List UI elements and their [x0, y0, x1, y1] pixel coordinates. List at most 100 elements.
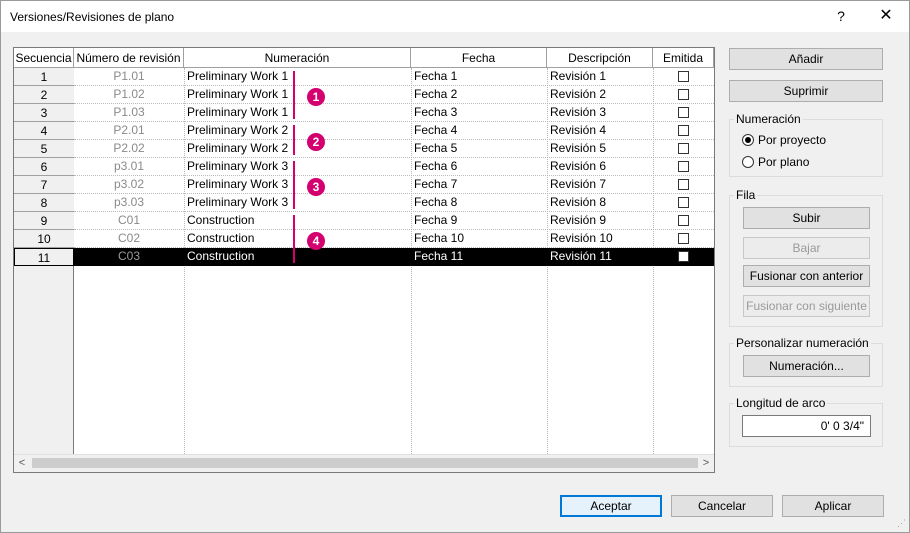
row-header[interactable]: 11	[14, 248, 74, 266]
emitida-checkbox[interactable]	[678, 89, 689, 100]
por-plano-label[interactable]: Por plano	[758, 155, 809, 169]
description-cell[interactable]: Revisión 1	[550, 68, 650, 86]
arc-length-field[interactable]: 0' 0 3/4"	[742, 415, 871, 437]
row-header[interactable]: 9	[14, 212, 74, 230]
numbering-cell[interactable]: Preliminary Work 1	[187, 86, 297, 104]
description-cell[interactable]: Revisión 7	[550, 176, 650, 194]
date-cell[interactable]: Fecha 9	[414, 212, 544, 230]
por-proyecto-label[interactable]: Por proyecto	[758, 133, 826, 147]
resize-grip-icon[interactable]: ⋰	[897, 518, 906, 529]
revision-number-cell[interactable]: P1.03	[74, 104, 184, 122]
emitida-checkbox[interactable]	[678, 233, 689, 244]
numbering-cell[interactable]: Preliminary Work 3	[187, 194, 297, 212]
date-cell[interactable]: Fecha 8	[414, 194, 544, 212]
column-header-emitida[interactable]: Emitida	[653, 48, 714, 68]
date-cell[interactable]: Fecha 3	[414, 104, 544, 122]
row-header[interactable]: 2	[14, 86, 74, 104]
revision-number-cell[interactable]: C01	[74, 212, 184, 230]
table-row[interactable]: p3.02 Preliminary Work 3 Fecha 7 Revisión 7	[74, 176, 714, 194]
revision-number-cell[interactable]: P2.01	[74, 122, 184, 140]
numbering-cell[interactable]: Construction	[187, 212, 297, 230]
date-cell[interactable]: Fecha 7	[414, 176, 544, 194]
numbering-cell[interactable]: Preliminary Work 3	[187, 176, 297, 194]
apply-button[interactable]: Aplicar	[782, 495, 884, 517]
column-header-fecha[interactable]: Fecha	[411, 48, 547, 68]
scrollbar-thumb[interactable]	[32, 458, 698, 468]
row-header[interactable]: 6	[14, 158, 74, 176]
table-row[interactable]: P2.01 Preliminary Work 2 Fecha 4 Revisión 4	[74, 122, 714, 140]
emitida-checkbox[interactable]	[678, 161, 689, 172]
emitida-checkbox[interactable]	[678, 143, 689, 154]
delete-button[interactable]: Suprimir	[729, 80, 883, 102]
horizontal-scrollbar[interactable]: < >	[14, 454, 714, 472]
table-row[interactable]: P1.01 Preliminary Work 1 Fecha 1 Revisión 1	[74, 68, 714, 86]
date-cell[interactable]: Fecha 10	[414, 230, 544, 248]
column-header-numero-revision[interactable]: Número de revisión	[74, 48, 184, 68]
numbering-cell[interactable]: Construction	[187, 248, 297, 266]
column-header-numeracion[interactable]: Numeración	[184, 48, 411, 68]
move-down-button[interactable]: Bajar	[743, 237, 870, 259]
scroll-right-icon[interactable]: >	[698, 455, 714, 472]
ok-button[interactable]: Aceptar	[560, 495, 662, 517]
table-row[interactable]: P2.02 Preliminary Work 2 Fecha 5 Revisión 5	[74, 140, 714, 158]
emitida-checkbox[interactable]	[678, 107, 689, 118]
revision-number-cell[interactable]: P2.02	[74, 140, 184, 158]
date-cell[interactable]: Fecha 4	[414, 122, 544, 140]
emitida-checkbox[interactable]	[678, 197, 689, 208]
emitida-checkbox[interactable]	[678, 179, 689, 190]
table-row[interactable]: p3.03 Preliminary Work 3 Fecha 8 Revisión 8	[74, 194, 714, 212]
numbering-cell[interactable]: Preliminary Work 1	[187, 104, 297, 122]
row-header[interactable]: 5	[14, 140, 74, 158]
revision-number-cell[interactable]: C03	[74, 248, 184, 266]
revision-number-cell[interactable]: p3.01	[74, 158, 184, 176]
emitida-checkbox[interactable]	[678, 71, 689, 82]
move-up-button[interactable]: Subir	[743, 207, 870, 229]
scroll-left-icon[interactable]: <	[14, 455, 30, 472]
numbering-cell[interactable]: Preliminary Work 1	[187, 68, 297, 86]
description-cell[interactable]: Revisión 10	[550, 230, 650, 248]
numbering-cell[interactable]: Construction	[187, 230, 297, 248]
column-header-descripcion[interactable]: Descripción	[547, 48, 653, 68]
merge-previous-button[interactable]: Fusionar con anterior	[743, 265, 870, 287]
numbering-cell[interactable]: Preliminary Work 2	[187, 140, 297, 158]
revision-number-cell[interactable]: p3.02	[74, 176, 184, 194]
merge-next-button[interactable]: Fusionar con siguiente	[743, 295, 870, 317]
close-button[interactable]: ✕	[871, 5, 901, 27]
row-header[interactable]: 4	[14, 122, 74, 140]
table-row[interactable]: C03 Construction Fecha 11 Revisión 11	[74, 248, 714, 266]
revision-number-cell[interactable]: P1.01	[74, 68, 184, 86]
revision-number-cell[interactable]: p3.03	[74, 194, 184, 212]
table-row[interactable]: C02 Construction Fecha 10 Revisión 10	[74, 230, 714, 248]
row-header[interactable]: 1	[14, 68, 74, 86]
emitida-checkbox[interactable]	[678, 215, 689, 226]
date-cell[interactable]: Fecha 2	[414, 86, 544, 104]
revision-number-cell[interactable]: P1.02	[74, 86, 184, 104]
cancel-button[interactable]: Cancelar	[671, 495, 773, 517]
description-cell[interactable]: Revisión 5	[550, 140, 650, 158]
description-cell[interactable]: Revisión 4	[550, 122, 650, 140]
numbering-cell[interactable]: Preliminary Work 2	[187, 122, 297, 140]
column-header-secuencia[interactable]: Secuencia	[14, 48, 74, 68]
add-button[interactable]: Añadir	[729, 48, 883, 70]
revision-number-cell[interactable]: C02	[74, 230, 184, 248]
date-cell[interactable]: Fecha 6	[414, 158, 544, 176]
help-button[interactable]: ?	[826, 5, 856, 27]
row-header[interactable]: 10	[14, 230, 74, 248]
description-cell[interactable]: Revisión 3	[550, 104, 650, 122]
table-row[interactable]: P1.03 Preliminary Work 1 Fecha 3 Revisión 3	[74, 104, 714, 122]
emitida-checkbox[interactable]	[678, 125, 689, 136]
date-cell[interactable]: Fecha 1	[414, 68, 544, 86]
por-proyecto-radio[interactable]	[742, 134, 754, 146]
row-header[interactable]: 3	[14, 104, 74, 122]
emitida-checkbox[interactable]	[678, 251, 689, 262]
table-row[interactable]: P1.02 Preliminary Work 1 Fecha 2 Revisión 2	[74, 86, 714, 104]
table-row[interactable]: C01 Construction Fecha 9 Revisión 9	[74, 212, 714, 230]
description-cell[interactable]: Revisión 9	[550, 212, 650, 230]
table-row[interactable]: p3.01 Preliminary Work 3 Fecha 6 Revisión 6	[74, 158, 714, 176]
date-cell[interactable]: Fecha 5	[414, 140, 544, 158]
description-cell[interactable]: Revisión 8	[550, 194, 650, 212]
date-cell[interactable]: Fecha 11	[414, 248, 544, 266]
row-header[interactable]: 8	[14, 194, 74, 212]
description-cell[interactable]: Revisión 6	[550, 158, 650, 176]
description-cell[interactable]: Revisión 11	[550, 248, 650, 266]
